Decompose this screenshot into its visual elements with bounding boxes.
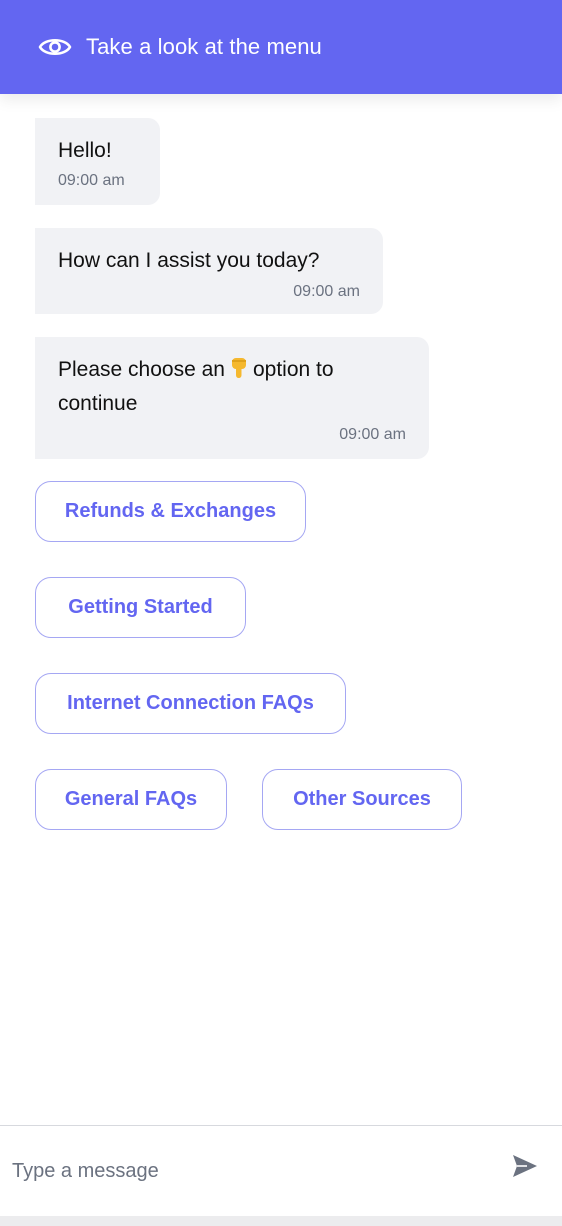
message-text: Hello! xyxy=(58,139,112,162)
option-internet-connection-faqs-button[interactable]: Internet Connection FAQs xyxy=(35,673,346,734)
bottom-strip xyxy=(0,1216,562,1226)
message-text: How can I assist you today? xyxy=(58,249,320,272)
chat-app: Take a look at the menu Hello! 09:00 am … xyxy=(0,0,562,1226)
message-input[interactable] xyxy=(0,1126,490,1216)
option-refunds-exchanges-button[interactable]: Refunds & Exchanges xyxy=(35,481,306,542)
bot-message: How can I assist you today? 09:00 am xyxy=(35,228,383,314)
message-composer xyxy=(0,1125,562,1216)
option-general-faqs-button[interactable]: General FAQs xyxy=(35,769,227,830)
message-time: 09:00 am xyxy=(293,283,360,300)
pointing-down-emoji-icon xyxy=(228,356,250,380)
bot-message: Hello! 09:00 am xyxy=(35,118,160,205)
message-text: Please choose an option to continue xyxy=(58,353,406,421)
menu-header[interactable]: Take a look at the menu xyxy=(0,0,562,94)
send-icon[interactable] xyxy=(509,1150,541,1182)
message-time: 09:00 am xyxy=(339,426,406,443)
option-other-sources-button[interactable]: Other Sources xyxy=(262,769,462,830)
eye-icon xyxy=(38,34,72,60)
message-time: 09:00 am xyxy=(58,172,125,189)
header-title: Take a look at the menu xyxy=(86,34,322,59)
option-getting-started-button[interactable]: Getting Started xyxy=(35,577,246,638)
message-text-before: Please choose an xyxy=(58,358,225,381)
bot-message: Please choose an option to continue 09:0… xyxy=(35,337,429,459)
